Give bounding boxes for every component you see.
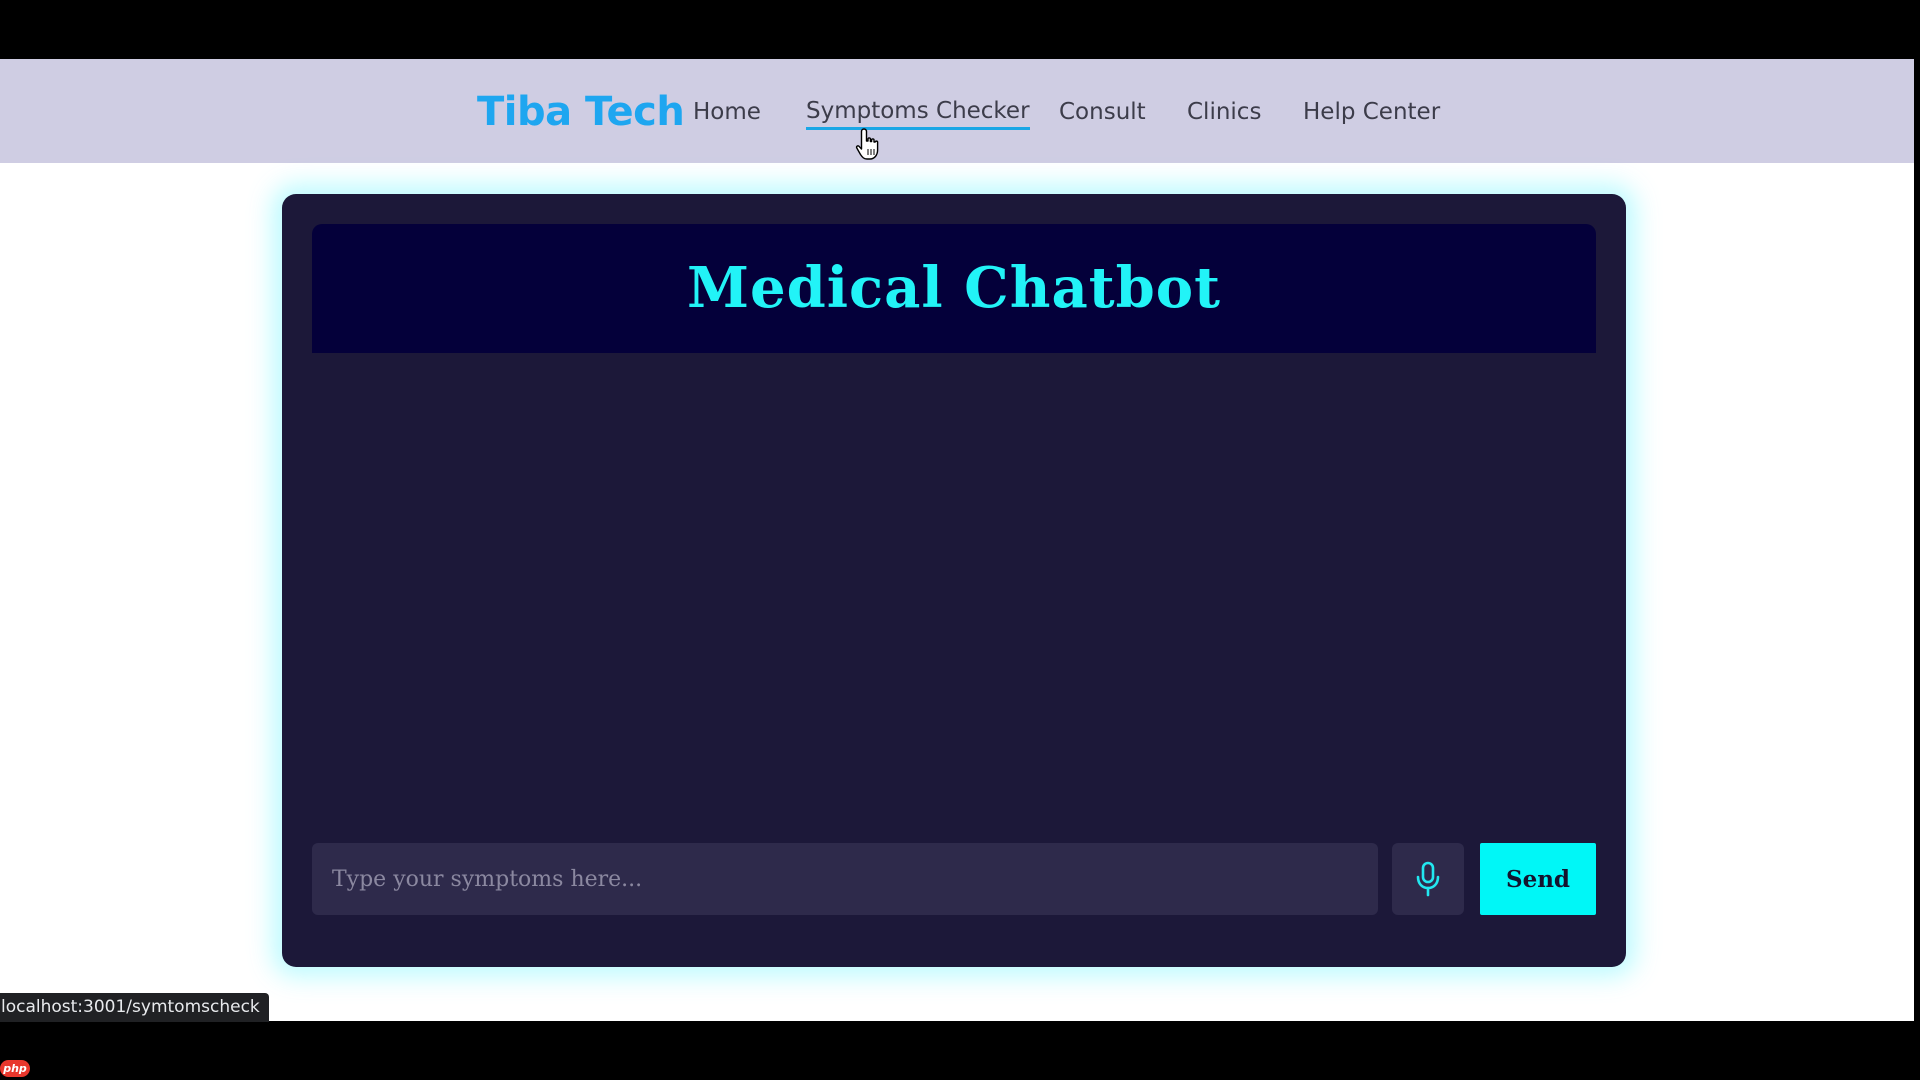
brand-logo[interactable]: Tiba Tech (477, 87, 685, 137)
symptoms-input[interactable] (312, 843, 1378, 915)
nav-link-clinics[interactable]: Clinics (1187, 95, 1261, 129)
chatbot-header: Medical Chatbot (312, 224, 1596, 353)
nav-link-consult[interactable]: Consult (1059, 95, 1146, 129)
hand-pointer-cursor-icon (855, 128, 879, 160)
nav-link-help-center[interactable]: Help Center (1303, 95, 1440, 129)
chat-messages-area[interactable] (312, 369, 1596, 829)
voice-input-button[interactable] (1392, 843, 1464, 915)
nav-link-home[interactable]: Home (693, 95, 761, 129)
send-button[interactable]: Send (1480, 843, 1596, 915)
microphone-icon (1416, 861, 1440, 897)
top-navbar: Tiba Tech Home Symptoms Checker Consult … (0, 59, 1914, 163)
php-badge: php (0, 1060, 30, 1077)
browser-viewport: Tiba Tech Home Symptoms Checker Consult … (0, 59, 1914, 1021)
link-status-bar: localhost:3001/symtomscheck (0, 993, 269, 1022)
chatbot-title: Medical Chatbot (686, 255, 1221, 321)
chatbot-card: Medical Chatbot Send (282, 194, 1626, 967)
nav-link-symptoms-checker[interactable]: Symptoms Checker (806, 95, 1030, 130)
